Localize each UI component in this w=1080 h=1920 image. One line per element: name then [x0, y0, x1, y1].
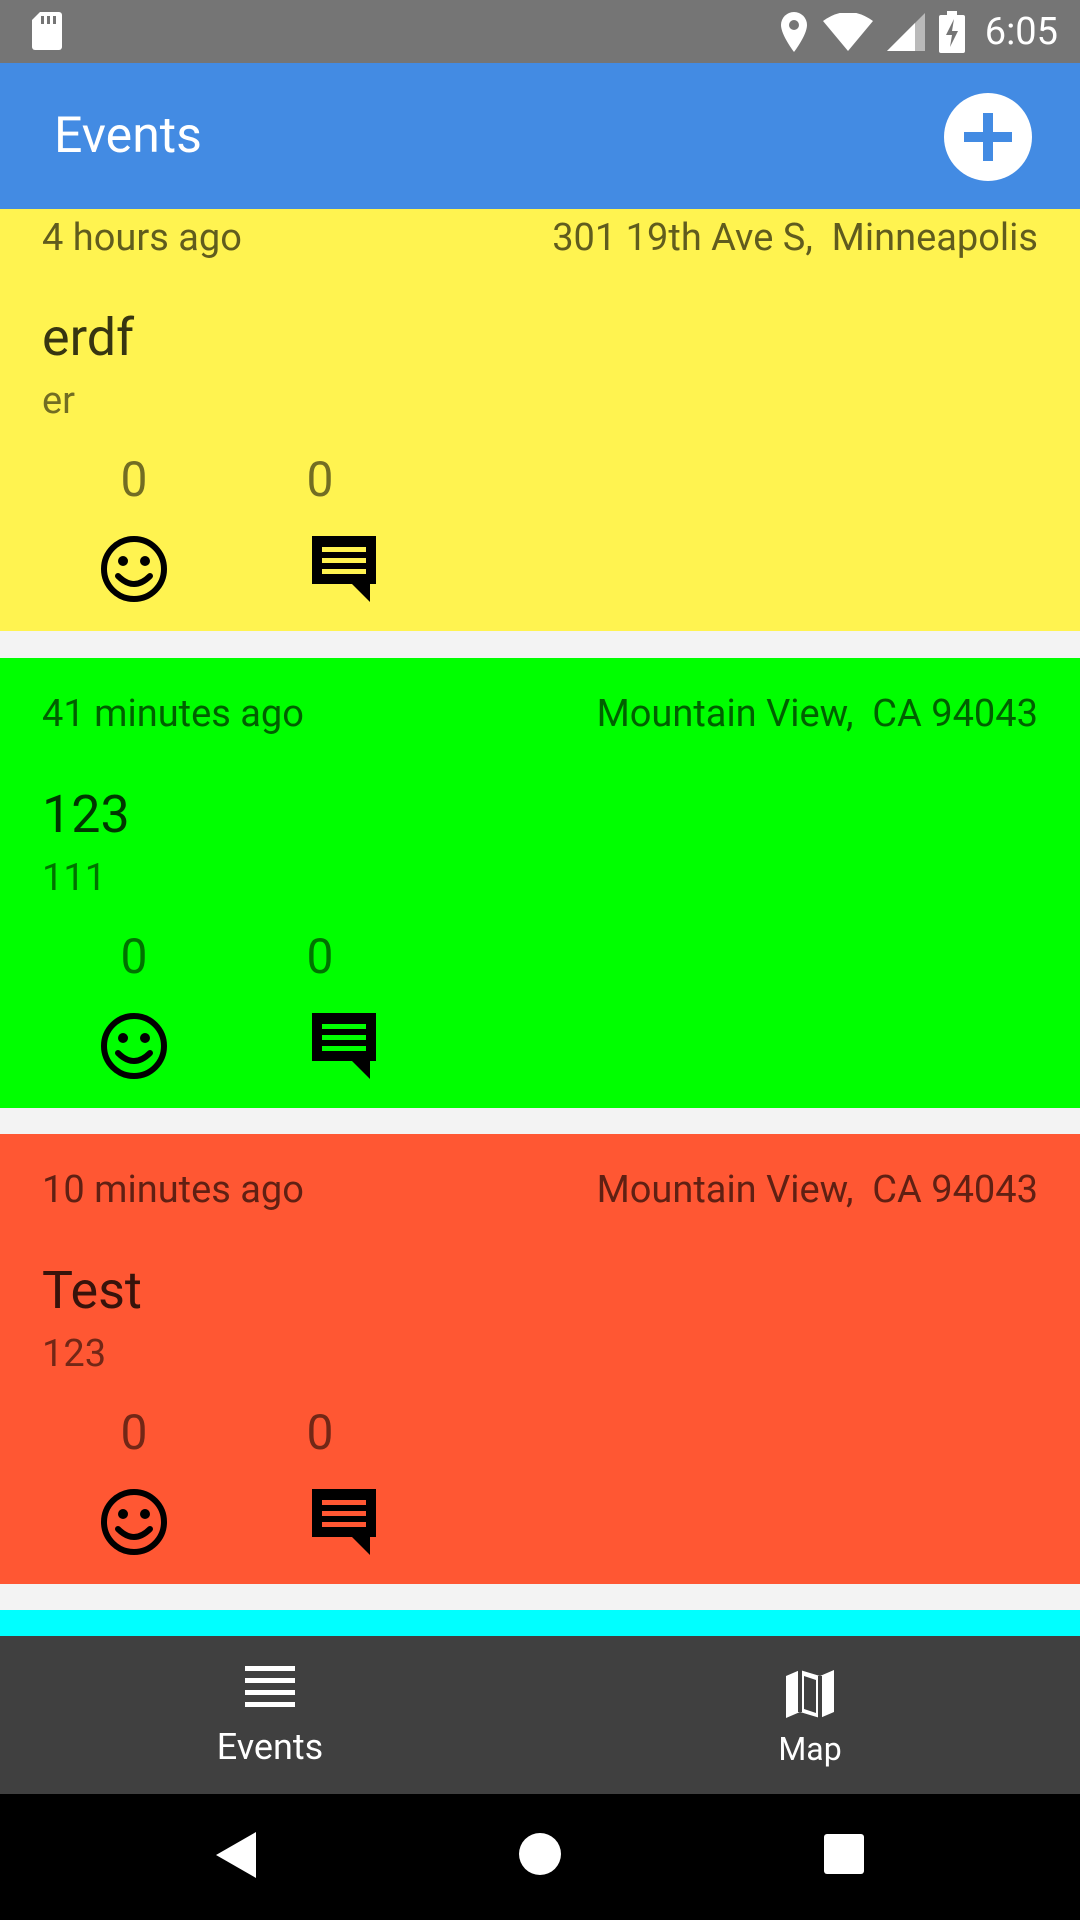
event-location: 301 19th Ave S, Minneapolis [552, 216, 1038, 260]
smiley-icon[interactable] [99, 534, 169, 604]
comment-icon[interactable] [310, 534, 380, 604]
nav-map-tab[interactable]: Map [540, 1636, 1080, 1794]
sd-card-icon [32, 12, 62, 50]
comment-count: 0 [306, 1404, 334, 1461]
like-count: 0 [120, 928, 148, 985]
clock: 6:05 [984, 9, 1058, 54]
wifi-icon [822, 12, 873, 51]
event-time: 10 minutes ago [42, 1168, 304, 1212]
event-description: er [42, 379, 76, 423]
recents-icon[interactable] [824, 1834, 864, 1874]
comment-count: 0 [306, 451, 334, 508]
smiley-icon[interactable] [99, 1487, 169, 1557]
nav-events-tab[interactable]: Events [0, 1636, 540, 1794]
system-nav-bar [0, 1794, 1080, 1920]
event-title: erdf [42, 307, 135, 368]
comment-count: 0 [306, 928, 334, 985]
location-icon [780, 11, 807, 52]
event-description: 123 [42, 1332, 107, 1376]
cell-signal-icon [886, 12, 925, 51]
app-bar: Events [0, 63, 1080, 209]
back-icon[interactable] [216, 1832, 256, 1878]
smiley-icon[interactable] [99, 1011, 169, 1081]
comment-icon[interactable] [310, 1011, 380, 1081]
battery-charging-icon [938, 10, 965, 53]
plus-icon [964, 113, 1012, 161]
comment-icon[interactable] [310, 1487, 380, 1557]
event-card[interactable]: 4 hours ago 301 19th Ave S, Minneapolis … [0, 209, 1080, 631]
event-card[interactable]: 10 minutes ago Mountain View, CA 94043 T… [0, 1134, 1080, 1584]
event-location: Mountain View, CA 94043 [596, 1168, 1038, 1212]
status-bar: 6:05 [0, 0, 1080, 63]
event-card[interactable]: 41 minutes ago Mountain View, CA 94043 1… [0, 658, 1080, 1108]
event-description: 111 [42, 856, 107, 900]
home-icon[interactable] [518, 1832, 562, 1876]
event-card[interactable] [0, 1610, 1080, 1636]
event-title: Test [42, 1260, 142, 1321]
event-title: 123 [42, 784, 130, 845]
add-event-button[interactable] [944, 93, 1032, 181]
nav-map-label: Map [778, 1730, 842, 1768]
nav-events-label: Events [216, 1726, 324, 1768]
like-count: 0 [120, 1404, 148, 1461]
bottom-navigation: Events Map [0, 1636, 1080, 1794]
event-time: 41 minutes ago [42, 692, 304, 736]
event-location: Mountain View, CA 94043 [596, 692, 1038, 736]
event-time: 4 hours ago [42, 216, 242, 260]
like-count: 0 [120, 451, 148, 508]
event-list[interactable]: 4 hours ago 301 19th Ave S, Minneapolis … [0, 209, 1080, 1636]
page-title: Events [54, 107, 202, 165]
map-icon [786, 1670, 834, 1718]
list-icon [245, 1666, 295, 1707]
